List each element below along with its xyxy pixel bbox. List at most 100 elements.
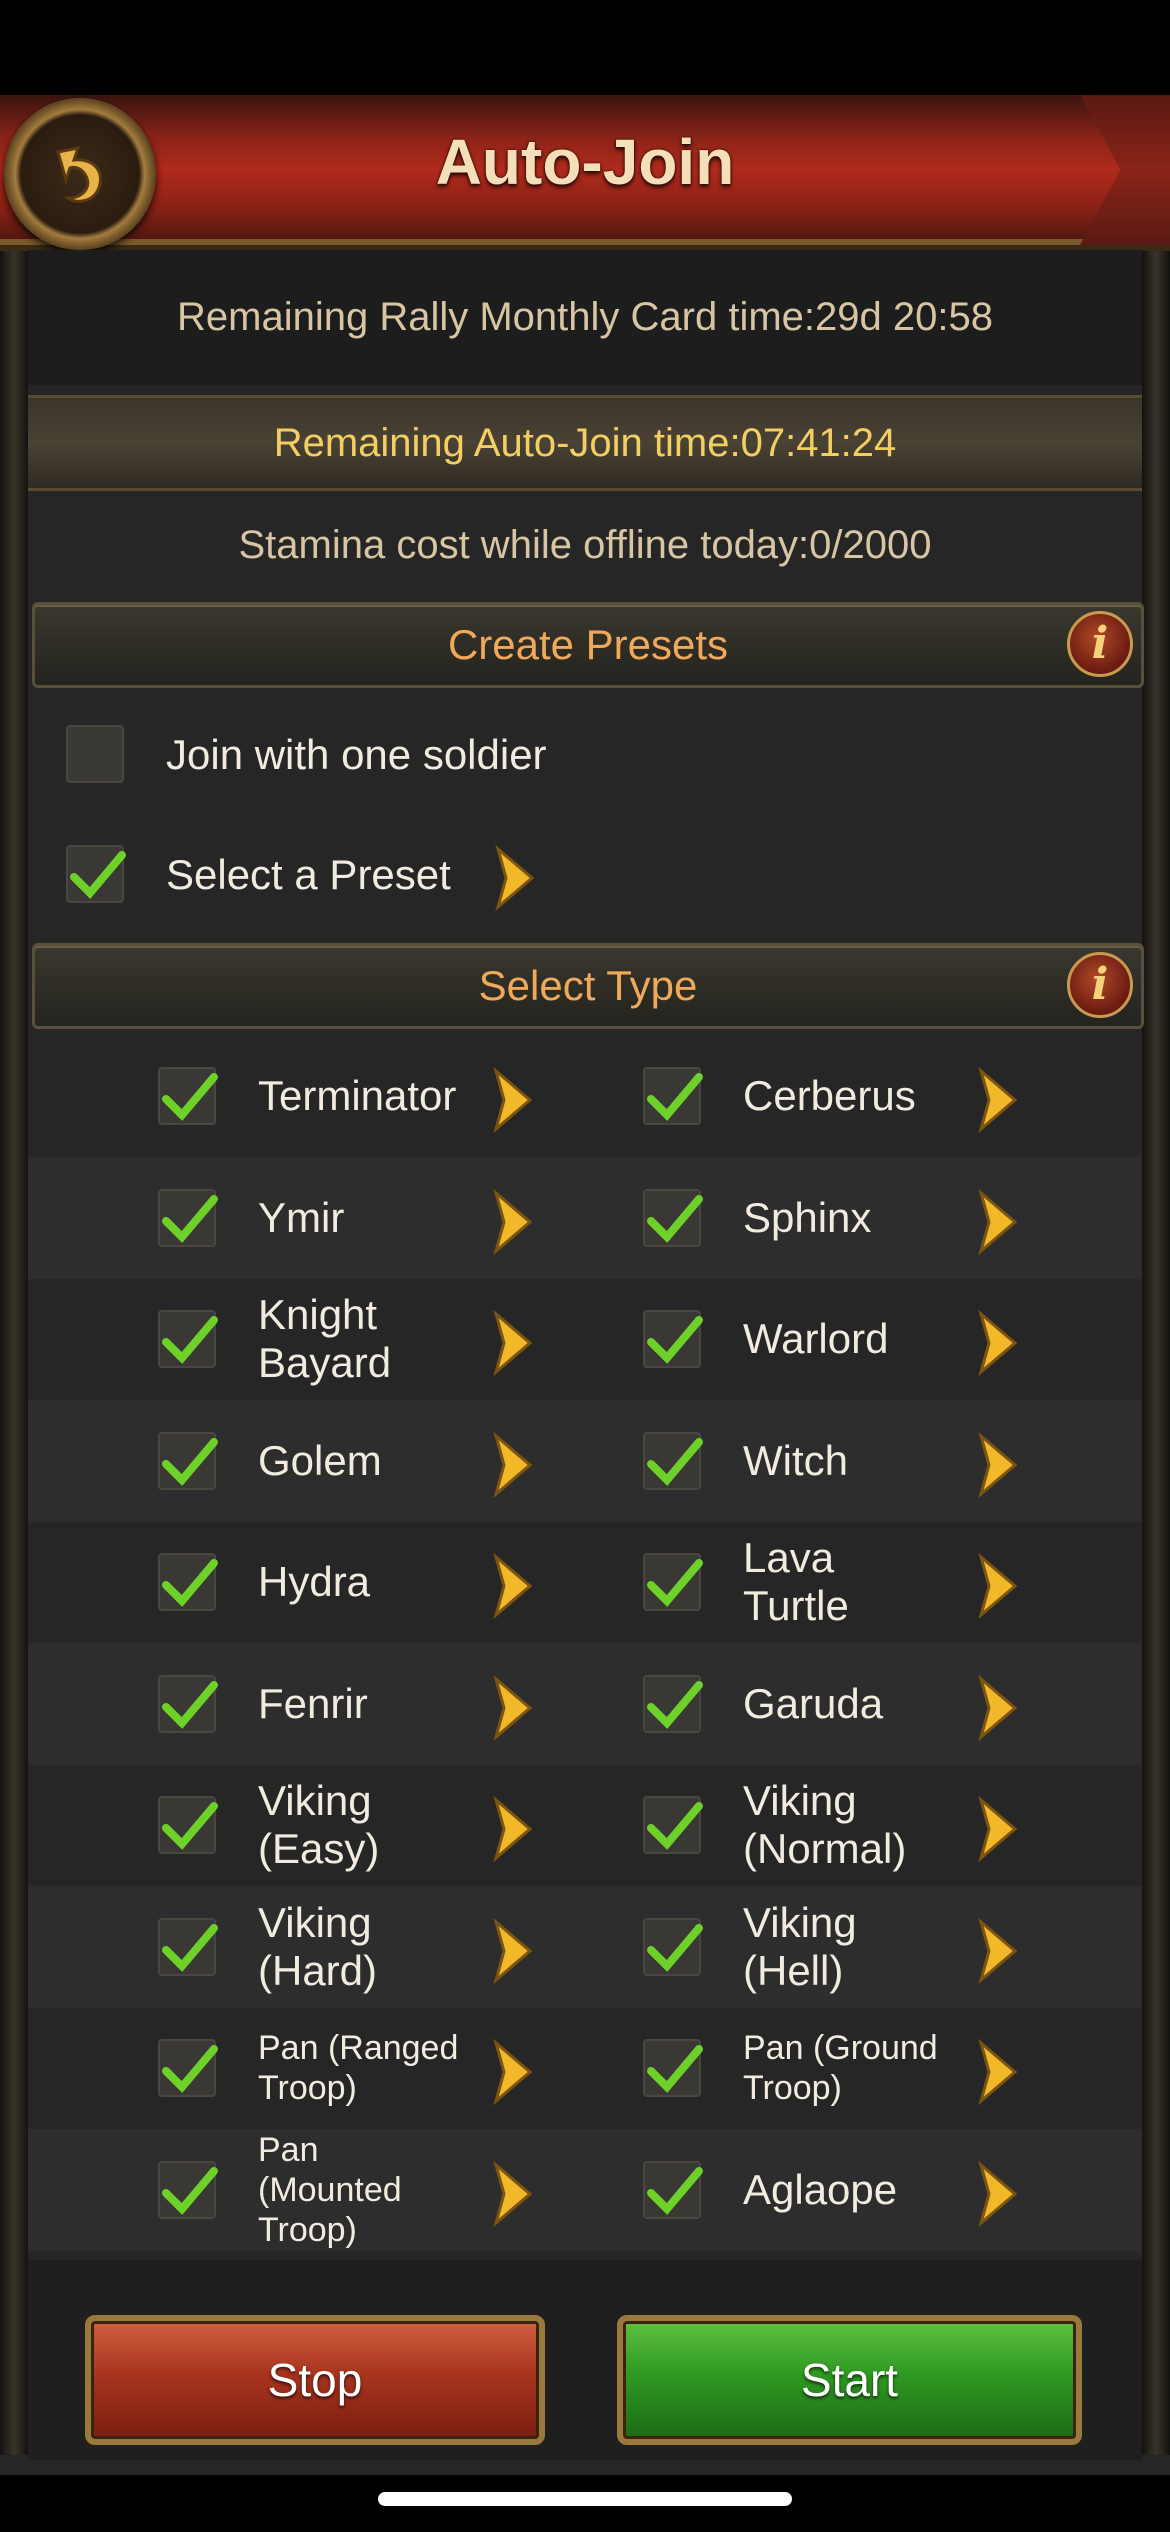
chevron-right-icon[interactable] <box>975 1067 1021 1133</box>
chevron-right-icon[interactable] <box>975 1310 1021 1376</box>
type-label: Sphinx <box>743 1193 872 1241</box>
type-checkbox[interactable] <box>643 1674 703 1733</box>
type-checkbox[interactable] <box>643 1188 703 1247</box>
type-item[interactable]: Hydra <box>28 1521 585 1643</box>
create-presets-header: Create Presets i <box>32 602 1144 688</box>
chevron-right-icon[interactable] <box>975 1796 1021 1862</box>
check-icon <box>647 2166 703 2215</box>
type-label: Aglaope <box>743 2165 898 2213</box>
stop-button[interactable]: Stop <box>85 2315 545 2445</box>
type-item[interactable]: Warlord <box>513 1278 1070 1400</box>
frame-right-border <box>1142 170 1170 2455</box>
type-item[interactable]: Golem <box>28 1400 585 1522</box>
type-checkbox[interactable] <box>643 2039 703 2097</box>
type-checkbox[interactable] <box>158 2160 218 2219</box>
type-item[interactable]: Aglaope <box>513 2129 1070 2251</box>
monthly-card-time: Remaining Rally Monthly Card time:29d 20… <box>28 250 1142 385</box>
chevron-right-icon[interactable] <box>975 1917 1021 1984</box>
type-label: Witch <box>743 1436 848 1484</box>
info-icon[interactable]: i <box>1067 952 1133 1018</box>
type-checkbox[interactable] <box>158 1310 218 1368</box>
back-arrow-icon <box>56 146 102 203</box>
stamina-cost: Stamina cost while offline today:0/2000 <box>238 523 932 567</box>
type-checkbox[interactable] <box>643 1310 703 1368</box>
type-label: Knight Bayard <box>258 1291 392 1386</box>
check-icon <box>647 1194 703 1243</box>
chevron-right-icon[interactable] <box>975 1553 1021 1619</box>
type-row: Viking (Easy) Viking (Normal) <box>28 1764 1142 1886</box>
check-icon <box>162 2166 218 2215</box>
type-item[interactable]: Lava Turtle <box>513 1521 1070 1643</box>
type-checkbox[interactable] <box>158 1796 218 1854</box>
type-label: Fenrir <box>258 1679 368 1727</box>
check-icon <box>647 1680 703 1729</box>
select-type-header: Select Type i <box>32 943 1144 1029</box>
chevron-right-icon[interactable] <box>975 1674 1021 1741</box>
type-item[interactable]: Fenrir <box>28 1643 585 1765</box>
start-button[interactable]: Start <box>617 2315 1082 2445</box>
frame-left-border <box>0 170 28 2455</box>
type-label: Lava Turtle <box>743 1534 849 1629</box>
type-row: Terminator Cerberus <box>28 1035 1142 1157</box>
type-item[interactable]: Pan (Mounted Troop) <box>28 2129 585 2251</box>
chevron-right-icon[interactable] <box>492 845 538 911</box>
back-button[interactable] <box>4 98 156 250</box>
type-row: Pan (Mounted Troop) Aglaope <box>28 2128 1142 2251</box>
check-icon <box>647 1802 703 1850</box>
type-checkbox[interactable] <box>643 1553 703 1611</box>
type-item[interactable]: Garuda <box>513 1643 1070 1765</box>
chevron-right-icon[interactable] <box>975 2039 1021 2105</box>
type-label: Pan (Ground Troop) <box>743 2029 938 2107</box>
check-icon <box>647 2045 703 2093</box>
type-row: Pan (Ranged Troop) Pan (Ground Troop) <box>28 2007 1142 2129</box>
check-icon <box>647 1073 703 1121</box>
select-preset-checkbox[interactable] <box>66 845 126 903</box>
type-item[interactable]: Pan (Ranged Troop) <box>28 2007 585 2129</box>
type-checkbox[interactable] <box>643 1796 703 1854</box>
type-item[interactable]: Pan (Ground Troop) <box>513 2007 1070 2129</box>
check-icon <box>162 1559 218 1607</box>
chevron-right-icon[interactable] <box>975 1188 1021 1255</box>
info-icon[interactable]: i <box>1067 611 1133 677</box>
type-item[interactable]: Terminator <box>28 1035 585 1157</box>
type-item[interactable]: Viking (Easy) <box>28 1764 585 1886</box>
type-row: Ymir Sphinx <box>28 1156 1142 1279</box>
type-item[interactable]: Sphinx <box>513 1157 1070 1279</box>
type-item[interactable]: Knight Bayard <box>28 1278 585 1400</box>
check-icon <box>647 1923 703 1972</box>
type-item[interactable]: Viking (Normal) <box>513 1764 1070 1886</box>
type-item[interactable]: Viking (Hard) <box>28 1886 585 2008</box>
type-row: Fenrir Garuda <box>28 1642 1142 1765</box>
type-item[interactable]: Viking (Hell) <box>513 1886 1070 2008</box>
check-icon <box>162 1680 218 1729</box>
type-item[interactable]: Cerberus <box>513 1035 1070 1157</box>
type-checkbox[interactable] <box>158 1188 218 1247</box>
chevron-right-icon[interactable] <box>975 1431 1021 1498</box>
type-checkbox[interactable] <box>643 1431 703 1490</box>
type-checkbox[interactable] <box>158 1917 218 1976</box>
join-one-soldier-row[interactable]: Join with one soldier <box>28 695 1142 815</box>
type-checkbox[interactable] <box>158 1553 218 1611</box>
type-row: Viking (Hard) Viking (Hell) <box>28 1885 1142 2008</box>
type-checkbox[interactable] <box>643 2160 703 2219</box>
type-row: Hydra Lava Turtle <box>28 1521 1142 1643</box>
header-banner: Auto-Join <box>0 95 1170 251</box>
join-one-soldier-label: Join with one soldier <box>166 731 547 778</box>
type-checkbox[interactable] <box>643 1067 703 1125</box>
type-item[interactable]: Ymir <box>28 1157 585 1279</box>
create-presets-title: Create Presets <box>447 621 729 668</box>
type-checkbox[interactable] <box>158 1431 218 1490</box>
check-icon <box>162 1923 218 1972</box>
type-checkbox[interactable] <box>158 1674 218 1733</box>
type-checkbox[interactable] <box>158 1067 218 1125</box>
type-checkbox[interactable] <box>158 2039 218 2097</box>
select-preset-row[interactable]: Select a Preset <box>28 815 1142 935</box>
type-checkbox[interactable] <box>643 1917 703 1976</box>
join-one-soldier-checkbox[interactable] <box>66 725 124 783</box>
type-label: Pan (Ranged Troop) <box>258 2029 459 2107</box>
home-indicator[interactable] <box>378 2492 792 2506</box>
check-icon <box>162 1194 218 1243</box>
type-item[interactable]: Witch <box>513 1400 1070 1522</box>
check-icon <box>162 1316 218 1364</box>
chevron-right-icon[interactable] <box>975 2160 1021 2227</box>
